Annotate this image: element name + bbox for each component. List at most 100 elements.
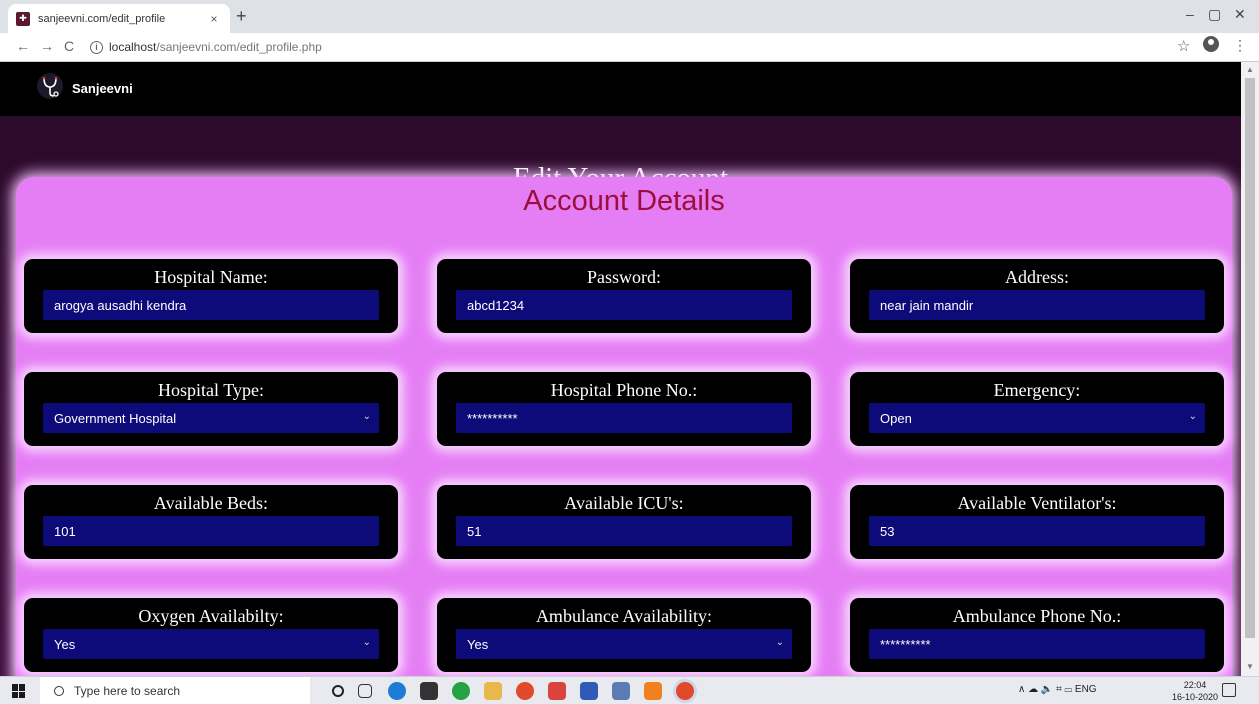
- browser-tab-bar: ✚ sanjeevni.com/edit_profile × + – ▢ ✕: [0, 0, 1259, 33]
- clock-time: 22:04: [1183, 680, 1207, 690]
- chevron-down-icon: ⌄: [1188, 411, 1197, 422]
- site-favicon-icon: ✚: [16, 11, 30, 26]
- hospital-phone-value: **********: [467, 410, 518, 426]
- page-scrollbar[interactable]: ▲ ▼: [1241, 62, 1259, 676]
- ambulance-label: Ambulance Availability:: [535, 606, 713, 626]
- language-indicator[interactable]: ENG: [1075, 684, 1097, 695]
- windows-taskbar: Type here to search ∧ ☁ 🔈 ⌗ ▭ ENG 22:04 …: [0, 676, 1259, 704]
- taskbar-clock[interactable]: 22:04 16-10-2020: [1172, 679, 1218, 703]
- ambulance-card: Ambulance Availability: Yes ⌄: [437, 598, 811, 672]
- ambulance-select[interactable]: Yes ⌄: [456, 629, 792, 659]
- oxygen-card: Oxygen Availabilty: Yes ⌄: [24, 598, 398, 672]
- emergency-select[interactable]: Open ⌄: [869, 403, 1205, 433]
- maximize-icon[interactable]: ▢: [1208, 6, 1221, 23]
- hospital-name-value: arogya ausadhi kendra: [54, 297, 187, 313]
- hospital-type-label: Hospital Type:: [158, 380, 264, 400]
- ambulance-phone-label: Ambulance Phone No.:: [952, 606, 1122, 626]
- scrollbar-thumb[interactable]: [1245, 78, 1255, 638]
- task-view-icon[interactable]: [358, 684, 372, 698]
- chevron-down-icon: ⌄: [775, 637, 784, 648]
- hospital-name-card: Hospital Name: arogya ausadhi kendra: [24, 259, 398, 333]
- whatsapp-icon[interactable]: [452, 682, 470, 700]
- password-label: Password:: [586, 267, 661, 287]
- address-label: Address:: [1005, 267, 1069, 287]
- address-bar: ← → C i localhost/sanjeevni.com/edit_pro…: [0, 33, 1259, 62]
- beds-card: Available Beds: 101: [24, 485, 398, 559]
- beds-label: Available Beds:: [153, 493, 269, 513]
- hospital-phone-card: Hospital Phone No.: **********: [437, 372, 811, 446]
- search-placeholder: Type here to search: [74, 684, 181, 698]
- beds-input[interactable]: 101: [43, 516, 379, 546]
- edge-icon[interactable]: [388, 682, 406, 700]
- taskbar-search-input[interactable]: Type here to search: [40, 677, 310, 704]
- minimize-icon[interactable]: –: [1186, 6, 1194, 22]
- chevron-down-icon: ⌄: [362, 411, 371, 422]
- ventilators-value: 53: [880, 523, 895, 539]
- reload-icon[interactable]: C: [64, 38, 74, 54]
- bookmark-star-icon[interactable]: ☆: [1177, 37, 1190, 55]
- tab-close-icon[interactable]: ×: [206, 12, 222, 26]
- hospital-name-input[interactable]: arogya ausadhi kendra: [43, 290, 379, 320]
- stethoscope-logo-icon[interactable]: [36, 72, 64, 100]
- store-icon[interactable]: [420, 682, 438, 700]
- oxygen-label: Oxygen Availabilty:: [138, 606, 284, 626]
- file-explorer-icon[interactable]: [484, 682, 502, 700]
- page-viewport: Sanjeevni Edit Your Account Account Deta…: [0, 62, 1241, 676]
- notifications-icon[interactable]: [1222, 683, 1236, 697]
- hospital-type-card: Hospital Type: Government Hospital ⌄: [24, 372, 398, 446]
- ambulance-phone-value: **********: [880, 636, 931, 652]
- url-text: localhost/sanjeevni.com/edit_profile.php: [109, 40, 322, 54]
- new-tab-button[interactable]: +: [236, 6, 247, 27]
- hospital-phone-input[interactable]: **********: [456, 403, 792, 433]
- chrome-icon[interactable]: [516, 682, 534, 700]
- app-icon[interactable]: [612, 682, 630, 700]
- beds-value: 101: [54, 523, 76, 539]
- system-tray[interactable]: ∧ ☁ 🔈 ⌗ ▭ ENG: [1018, 684, 1097, 695]
- close-window-icon[interactable]: ✕: [1234, 6, 1246, 23]
- kebab-menu-icon[interactable]: ⋮: [1233, 37, 1247, 54]
- app-icon[interactable]: [548, 682, 566, 700]
- scroll-down-icon[interactable]: ▼: [1246, 662, 1254, 671]
- info-icon[interactable]: i: [90, 40, 103, 54]
- hospital-type-select[interactable]: Government Hospital ⌄: [43, 403, 379, 433]
- tab-title: sanjeevni.com/edit_profile: [38, 12, 166, 25]
- chevron-down-icon: ⌄: [362, 637, 371, 648]
- vlc-icon[interactable]: [644, 682, 662, 700]
- hospital-name-label: Hospital Name:: [154, 267, 268, 287]
- clock-date: 16-10-2020: [1172, 692, 1219, 702]
- url-input[interactable]: i localhost/sanjeevni.com/edit_profile.p…: [90, 36, 1220, 58]
- icus-card: Available ICU's: 51: [437, 485, 811, 559]
- emergency-card: Emergency: Open ⌄: [850, 372, 1224, 446]
- scroll-up-icon[interactable]: ▲: [1246, 65, 1254, 74]
- cortana-icon[interactable]: [332, 685, 344, 697]
- forward-arrow-icon[interactable]: →: [40, 38, 54, 54]
- app-icon[interactable]: [580, 682, 598, 700]
- account-details-panel: Account Details Hospital Name: arogya au…: [16, 177, 1232, 676]
- browser-tab[interactable]: ✚ sanjeevni.com/edit_profile ×: [8, 4, 230, 33]
- icus-input[interactable]: 51: [456, 516, 792, 546]
- back-arrow-icon[interactable]: ←: [16, 38, 30, 54]
- url-host: localhost: [109, 40, 157, 54]
- icus-value: 51: [467, 523, 482, 539]
- panel-title: Account Details: [523, 185, 725, 217]
- emergency-label: Emergency:: [993, 380, 1081, 400]
- url-path: /sanjeevni.com/edit_profile.php: [156, 40, 322, 54]
- chrome-active-icon[interactable]: [676, 682, 694, 700]
- ambulance-phone-input[interactable]: **********: [869, 629, 1205, 659]
- oxygen-select[interactable]: Yes ⌄: [43, 629, 379, 659]
- hospital-phone-label: Hospital Phone No.:: [550, 380, 698, 400]
- windows-start-icon[interactable]: [12, 684, 26, 698]
- ventilators-input[interactable]: 53: [869, 516, 1205, 546]
- address-input[interactable]: near jain mandir: [869, 290, 1205, 320]
- ventilators-label: Available Ventilator's:: [957, 493, 1117, 513]
- ventilators-card: Available Ventilator's: 53: [850, 485, 1224, 559]
- password-card: Password: abcd1234: [437, 259, 811, 333]
- address-value: near jain mandir: [880, 297, 974, 313]
- brand-name[interactable]: Sanjeevni: [72, 81, 133, 96]
- search-icon: [54, 686, 64, 696]
- hospital-type-value: Government Hospital: [54, 410, 177, 426]
- password-input[interactable]: abcd1234: [456, 290, 792, 320]
- address-card: Address: near jain mandir: [850, 259, 1224, 333]
- profile-icon[interactable]: [1203, 36, 1219, 52]
- oxygen-value: Yes: [54, 636, 76, 652]
